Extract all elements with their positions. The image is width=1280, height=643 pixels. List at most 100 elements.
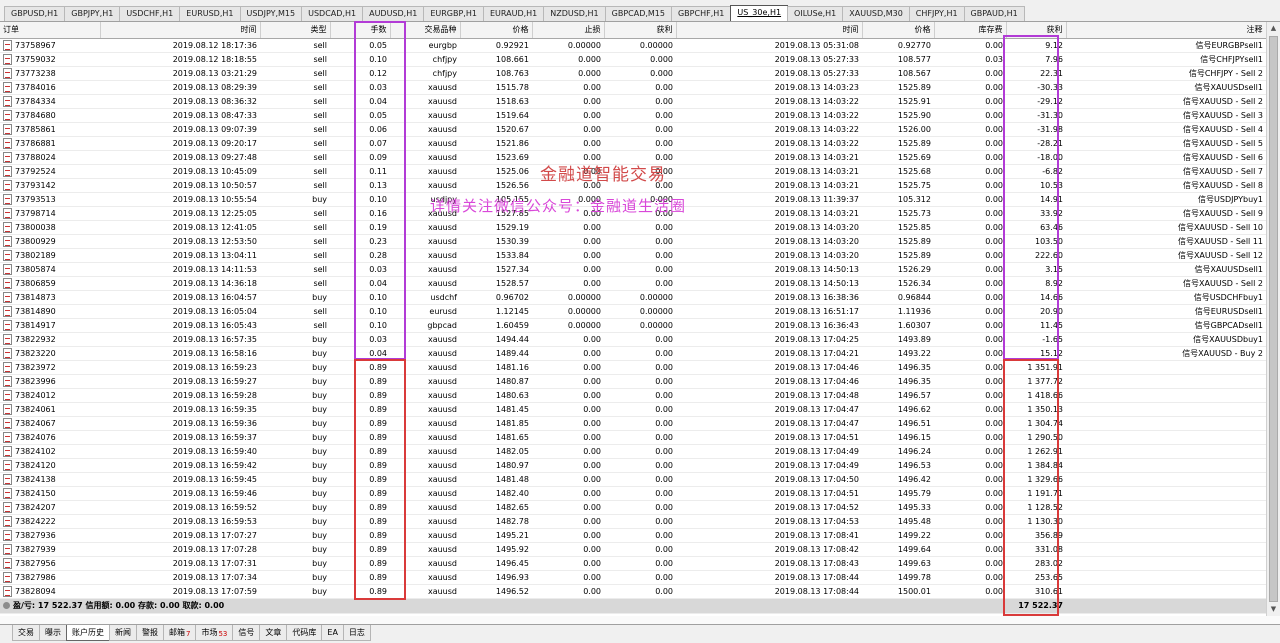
scroll-down-arrow-icon[interactable]: ▼ bbox=[1267, 603, 1280, 616]
scrollbar-thumb[interactable] bbox=[1269, 36, 1278, 602]
table-row[interactable]: 73800929 2019.08.13 12:53:50 sell 0.23 xauus… bbox=[0, 234, 1266, 249]
chart-tab[interactable]: NZDUSD,H1 bbox=[543, 6, 606, 21]
terminal-tab[interactable]: 信号 bbox=[232, 625, 261, 641]
table-row[interactable]: 73823996 2019.08.13 16:59:27 buy 0.89 xauusd… bbox=[0, 374, 1266, 389]
table-row[interactable]: 73828094 2019.08.13 17:07:59 buy 0.89 xauusd… bbox=[0, 584, 1266, 599]
table-row[interactable]: 73785861 2019.08.13 09:07:39 sell 0.06 xauus… bbox=[0, 122, 1266, 137]
chart-tab[interactable]: EURAUD,H1 bbox=[482, 6, 545, 21]
scroll-up-arrow-icon[interactable]: ▲ bbox=[1267, 22, 1280, 35]
history-table: 订单 时间 类型 手数 交易品种 价格 止损 获利 时间 价格 库存费 获利 注… bbox=[0, 22, 1266, 614]
col-header-take-profit[interactable]: 获利 bbox=[604, 22, 677, 39]
vertical-scrollbar[interactable]: ▲ ▼ bbox=[1266, 22, 1280, 616]
table-row[interactable]: 73824061 2019.08.13 16:59:35 buy 0.89 xauusd… bbox=[0, 402, 1266, 417]
col-header-profit[interactable]: 获利 bbox=[1006, 22, 1067, 39]
table-row[interactable]: 73784334 2019.08.13 08:36:32 sell 0.04 xauus… bbox=[0, 94, 1266, 109]
table-row[interactable]: 73792524 2019.08.13 10:45:09 sell 0.11 xauus… bbox=[0, 164, 1266, 179]
col-header-open-price[interactable]: 价格 bbox=[460, 22, 533, 39]
chart-tab[interactable]: EURUSD,H1 bbox=[179, 6, 241, 21]
col-header-symbol[interactable]: 交易品种 bbox=[390, 22, 461, 39]
cell-profit: 103.50 bbox=[1006, 234, 1066, 249]
col-header-comment[interactable]: 注释 bbox=[1066, 22, 1266, 39]
terminal-tab[interactable]: 账户历史 bbox=[66, 625, 110, 641]
table-row[interactable]: 73823972 2019.08.13 16:59:23 buy 0.89 xauusd… bbox=[0, 360, 1266, 375]
terminal-tab[interactable]: 邮箱7 bbox=[163, 625, 197, 641]
cell-open-time: 2019.08.13 12:53:50 bbox=[100, 234, 260, 249]
terminal-tab[interactable]: 新闻 bbox=[109, 625, 137, 641]
table-row[interactable]: 73827956 2019.08.13 17:07:31 buy 0.89 xauusd… bbox=[0, 556, 1266, 571]
cell-open-time: 2019.08.13 09:07:39 bbox=[100, 122, 260, 137]
terminal-tab[interactable]: 曝示 bbox=[39, 625, 67, 641]
col-header-close-time[interactable]: 时间 bbox=[676, 22, 863, 39]
chart-tab[interactable]: AUDUSD,H1 bbox=[362, 6, 425, 21]
table-row[interactable]: 73784016 2019.08.13 08:29:39 sell 0.03 xauus… bbox=[0, 80, 1266, 95]
chart-tab[interactable]: XAUUSD,M30 bbox=[842, 6, 910, 21]
chart-tab[interactable]: GBPUSD,H1 bbox=[4, 6, 66, 21]
terminal-tab[interactable]: EA bbox=[321, 625, 344, 641]
table-row[interactable]: 73824076 2019.08.13 16:59:37 buy 0.89 xauusd… bbox=[0, 430, 1266, 445]
table-row[interactable]: 73798714 2019.08.13 12:25:05 sell 0.16 xauus… bbox=[0, 206, 1266, 221]
table-row[interactable]: 73827936 2019.08.13 17:07:27 buy 0.89 xauusd… bbox=[0, 528, 1266, 543]
table-row[interactable]: 73824150 2019.08.13 16:59:46 buy 0.89 xauusd… bbox=[0, 486, 1266, 501]
table-row[interactable]: 73814873 2019.08.13 16:04:57 buy 0.10 usdchf… bbox=[0, 290, 1266, 305]
cell-order: 73827956 bbox=[0, 556, 100, 571]
table-row[interactable]: 73784680 2019.08.13 08:47:33 sell 0.05 xauus… bbox=[0, 108, 1266, 123]
terminal-tab[interactable]: 日志 bbox=[342, 625, 371, 641]
chart-tab[interactable]: GBPCHF,H1 bbox=[670, 6, 732, 21]
chart-tab[interactable]: USDJPY,M15 bbox=[239, 6, 303, 21]
cell-comment bbox=[1066, 556, 1266, 571]
table-row[interactable]: 73786881 2019.08.13 09:20:17 sell 0.07 xauus… bbox=[0, 136, 1266, 151]
table-row[interactable]: 73793513 2019.08.13 10:55:54 buy 0.10 usdjpy… bbox=[0, 192, 1266, 207]
col-header-stop-loss[interactable]: 止损 bbox=[532, 22, 605, 39]
chart-tab[interactable]: GBPJPY,H1 bbox=[64, 6, 121, 21]
col-header-close-price[interactable]: 价格 bbox=[862, 22, 935, 39]
cell-order: 73773238 bbox=[0, 66, 100, 81]
closed-order-icon bbox=[3, 445, 12, 457]
table-row[interactable]: 73814917 2019.08.13 16:05:43 sell 0.10 gbpca… bbox=[0, 318, 1266, 333]
chart-tab[interactable]: CHFJPY,H1 bbox=[908, 6, 965, 21]
table-row[interactable]: 73823220 2019.08.13 16:58:16 buy 0.04 xauusd… bbox=[0, 346, 1266, 361]
table-row[interactable]: 73824120 2019.08.13 16:59:42 buy 0.89 xauusd… bbox=[0, 458, 1266, 473]
table-row[interactable]: 73814890 2019.08.13 16:05:04 sell 0.10 eurus… bbox=[0, 304, 1266, 319]
terminal-tab[interactable]: 代码库 bbox=[286, 625, 323, 641]
chart-tab[interactable]: GBPAUD,H1 bbox=[963, 6, 1025, 21]
col-header-open-time[interactable]: 时间 bbox=[100, 22, 261, 39]
table-row[interactable]: 73759032 2019.08.12 18:18:55 sell 0.10 chfjp… bbox=[0, 52, 1266, 67]
table-row[interactable]: 73824102 2019.08.13 16:59:40 buy 0.89 xauusd… bbox=[0, 444, 1266, 459]
terminal-tab[interactable]: 市场53 bbox=[195, 625, 234, 641]
table-row[interactable]: 73824222 2019.08.13 16:59:53 buy 0.89 xauusd… bbox=[0, 514, 1266, 529]
chart-tab[interactable]: GBPCAD,M15 bbox=[604, 6, 672, 21]
cell-close-time: 2019.08.13 17:04:49 bbox=[676, 458, 862, 473]
closed-order-icon bbox=[3, 165, 12, 177]
table-row[interactable]: 73824012 2019.08.13 16:59:28 buy 0.89 xauusd… bbox=[0, 388, 1266, 403]
terminal-tab[interactable]: 警报 bbox=[136, 625, 164, 641]
table-row[interactable]: 73827939 2019.08.13 17:07:28 buy 0.89 xauusd… bbox=[0, 542, 1266, 557]
table-row[interactable]: 73788024 2019.08.13 09:27:48 sell 0.09 xauus… bbox=[0, 150, 1266, 165]
table-row[interactable]: 73793142 2019.08.13 10:50:57 sell 0.13 xauus… bbox=[0, 178, 1266, 193]
col-header-type[interactable]: 类型 bbox=[260, 22, 331, 39]
terminal-tab[interactable]: 文章 bbox=[259, 625, 288, 641]
terminal-tab[interactable]: 交易 bbox=[12, 625, 40, 641]
table-row[interactable]: 73800038 2019.08.13 12:41:05 sell 0.19 xauus… bbox=[0, 220, 1266, 235]
table-row[interactable]: 73822932 2019.08.13 16:57:35 buy 0.03 xauusd… bbox=[0, 332, 1266, 347]
table-row[interactable]: 73773238 2019.08.13 03:21:29 sell 0.12 chfjp… bbox=[0, 66, 1266, 81]
col-header-swap[interactable]: 库存费 bbox=[934, 22, 1007, 39]
col-header-lots[interactable]: 手数 bbox=[330, 22, 391, 39]
table-row[interactable]: 73827986 2019.08.13 17:07:34 buy 0.89 xauusd… bbox=[0, 570, 1266, 585]
chart-tab[interactable]: EURGBP,H1 bbox=[423, 6, 484, 21]
table-row[interactable]: 73758967 2019.08.12 18:17:36 sell 0.05 eurgb… bbox=[0, 38, 1266, 53]
cell-profit: 1 262.91 bbox=[1006, 444, 1066, 459]
chart-tab[interactable]: OILUSe,H1 bbox=[787, 6, 844, 21]
cell-swap: 0.00 bbox=[934, 332, 1006, 347]
table-row[interactable]: 73806859 2019.08.13 14:36:18 sell 0.04 xauus… bbox=[0, 276, 1266, 291]
table-row[interactable]: 73824067 2019.08.13 16:59:36 buy 0.89 xauusd… bbox=[0, 416, 1266, 431]
cell-open-time: 2019.08.13 16:59:40 bbox=[100, 444, 260, 459]
chart-tab[interactable]: USDCAD,H1 bbox=[301, 6, 364, 21]
table-row[interactable]: 73824138 2019.08.13 16:59:45 buy 0.89 xauusd… bbox=[0, 472, 1266, 487]
chart-tab[interactable]: USDCHF,H1 bbox=[119, 6, 181, 21]
table-row[interactable]: 73805874 2019.08.13 14:11:53 sell 0.03 xauus… bbox=[0, 262, 1266, 277]
cell-symbol: xauusd bbox=[390, 416, 460, 431]
col-header-order[interactable]: 订单 bbox=[0, 22, 101, 39]
table-row[interactable]: 73802189 2019.08.13 13:04:11 sell 0.28 xauus… bbox=[0, 248, 1266, 263]
chart-tab[interactable]: US_30e,H1 bbox=[730, 5, 789, 21]
table-row[interactable]: 73824207 2019.08.13 16:59:52 buy 0.89 xauusd… bbox=[0, 500, 1266, 515]
